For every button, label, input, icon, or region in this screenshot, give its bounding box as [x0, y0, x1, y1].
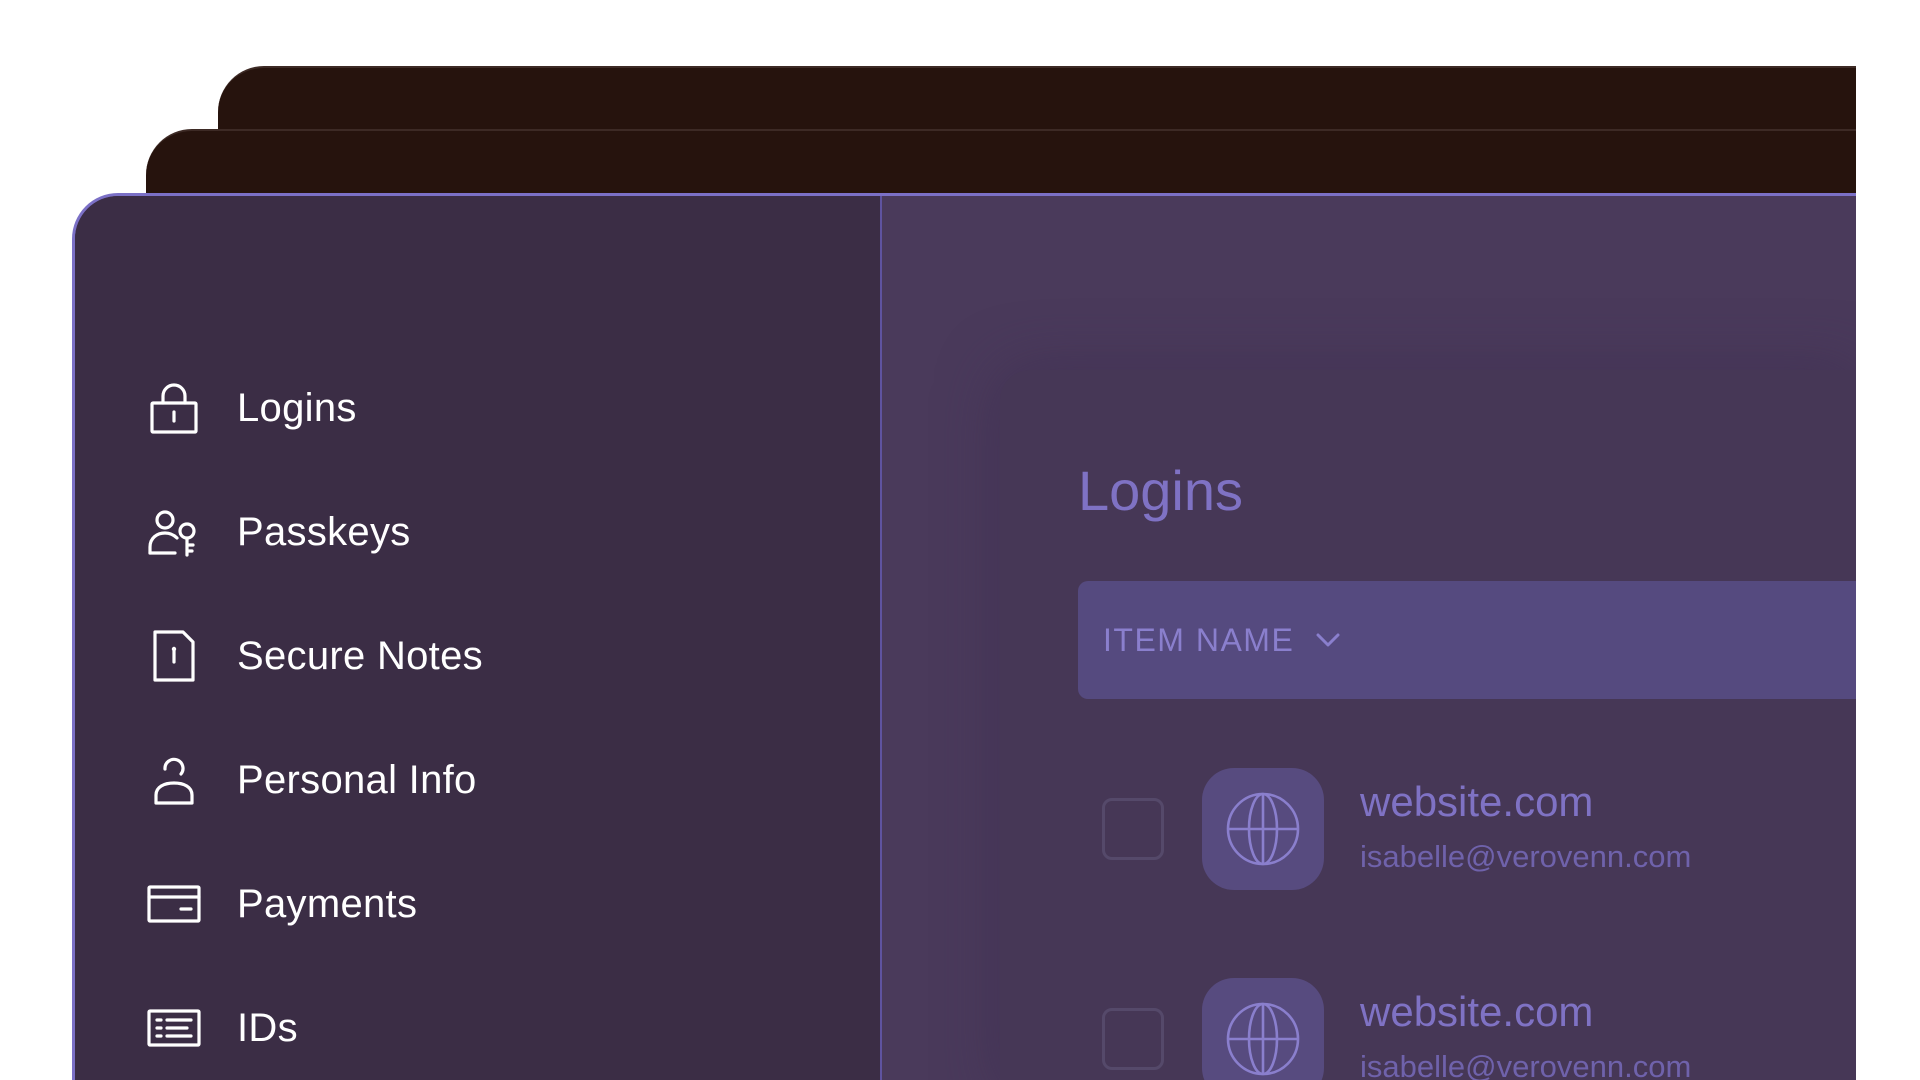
- sidebar-item-label: Secure Notes: [237, 633, 483, 678]
- globe-icon: [1226, 792, 1300, 866]
- sidebar-item-passkeys[interactable]: Passkeys: [75, 470, 880, 594]
- column-header-label: ITEM NAME: [1103, 621, 1295, 658]
- sidebar: Logins Passkeys Secure Notes Personal In…: [75, 196, 882, 1080]
- note-icon: [147, 629, 201, 683]
- globe-icon: [1226, 1002, 1300, 1076]
- passkey-icon: [147, 505, 201, 559]
- sidebar-item-label: Passkeys: [237, 509, 411, 554]
- sidebar-item-label: IDs: [237, 1005, 298, 1050]
- item-name: website.com: [1360, 778, 1594, 825]
- list-item[interactable]: website.com isabelle@verovenn.com: [1078, 764, 1856, 894]
- site-icon-tile: [1202, 768, 1324, 890]
- lock-icon: [147, 381, 201, 435]
- row-checkbox[interactable]: [1102, 1008, 1164, 1070]
- id-card-icon: [147, 1001, 201, 1055]
- password-manager-window: Logins Passkeys Secure Notes Personal In…: [72, 193, 1856, 1080]
- app-stage: Logins Passkeys Secure Notes Personal In…: [0, 0, 1920, 1080]
- page-title: Logins: [1078, 459, 1244, 522]
- row-text: website.com isabelle@verovenn.com: [1360, 987, 1691, 1080]
- list-item[interactable]: website.com isabelle@verovenn.com: [1078, 974, 1856, 1080]
- sidebar-item-label: Personal Info: [237, 757, 477, 802]
- sidebar-item-ids[interactable]: IDs: [75, 966, 880, 1080]
- sidebar-nav: Logins Passkeys Secure Notes Personal In…: [75, 346, 880, 1080]
- sidebar-item-payments[interactable]: Payments: [75, 842, 880, 966]
- item-name: website.com: [1360, 988, 1594, 1035]
- sidebar-item-label: Payments: [237, 881, 418, 926]
- credit-card-icon: [147, 877, 201, 931]
- sidebar-item-secure-notes[interactable]: Secure Notes: [75, 594, 880, 718]
- sort-item-name-header[interactable]: ITEM NAME: [1078, 581, 1856, 699]
- sidebar-item-label: Logins: [237, 385, 357, 430]
- sidebar-item-logins[interactable]: Logins: [75, 346, 880, 470]
- person-icon: [147, 753, 201, 807]
- item-username: isabelle@verovenn.com: [1360, 839, 1692, 874]
- row-text: website.com isabelle@verovenn.com: [1360, 777, 1691, 881]
- chevron-down-icon: [1314, 630, 1342, 650]
- row-checkbox[interactable]: [1102, 798, 1164, 860]
- logins-list-panel: Logins ITEM NAME website.com isabelle@ve…: [1000, 370, 1856, 1080]
- site-icon-tile: [1202, 978, 1324, 1080]
- item-username: isabelle@verovenn.com: [1360, 1049, 1692, 1080]
- sidebar-item-personal-info[interactable]: Personal Info: [75, 718, 880, 842]
- main-pane: Logins ITEM NAME website.com isabelle@ve…: [882, 196, 1856, 1080]
